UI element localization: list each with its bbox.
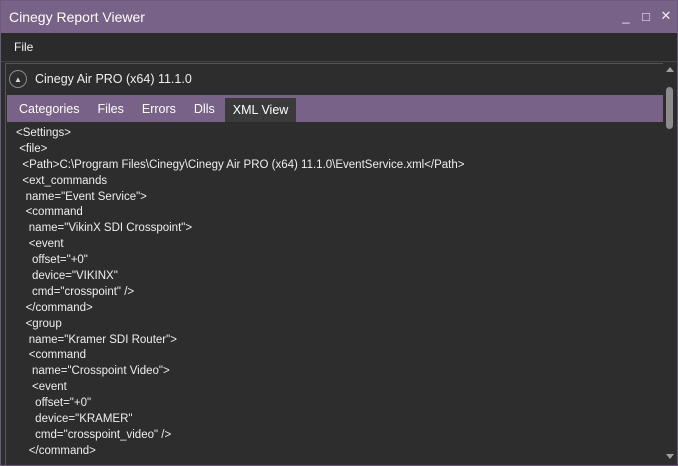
scroll-thumb[interactable] (666, 87, 673, 129)
scroll-down-icon[interactable] (666, 454, 674, 459)
xml-line: name="Kramer SDI Router"> (16, 333, 177, 346)
xml-line: <command (16, 206, 83, 219)
report-group-title: Cinegy Air PRO (x64) 11.1.0 (35, 72, 192, 86)
vertical-scrollbar[interactable] (663, 63, 677, 465)
xml-view-text[interactable]: <Settings> <file> <Path>C:\Program Files… (16, 126, 656, 465)
tab-xml-view[interactable]: XML View (224, 98, 297, 122)
close-icon[interactable]: ✕ (659, 7, 673, 25)
xml-line: offset="+0" (16, 397, 92, 410)
xml-line: name="VikinX SDI Crosspoint"> (16, 222, 193, 235)
xml-line: <Settings> (16, 127, 71, 139)
xml-line: </command> (16, 444, 96, 457)
report-group-header[interactable]: ▲ Cinegy Air PRO (x64) 11.1.0 (6, 64, 664, 94)
xml-line: device="VIKINX" (16, 270, 118, 283)
xml-line: name="Event Service"> (16, 190, 147, 203)
tab-categories[interactable]: Categories (7, 95, 87, 122)
xml-line: </command> (16, 301, 93, 314)
xml-line: <event (16, 238, 64, 251)
menu-bar: File (1, 33, 677, 62)
scroll-up-icon[interactable] (666, 67, 674, 72)
xml-line: <Path>C:\Program Files\Cinegy\Cinegy Air… (16, 158, 465, 171)
xml-line: <event (16, 381, 67, 394)
xml-line: cmd="crosspoint" /> (16, 285, 135, 298)
title-bar[interactable]: Cinegy Report Viewer _ □ ✕ (1, 1, 677, 33)
tab-bar: Categories Files Errors Dlls XML View (7, 95, 663, 122)
xml-line: <group (16, 317, 62, 330)
xml-line: offset="+0" (16, 254, 88, 267)
tab-dlls[interactable]: Dlls (186, 95, 223, 122)
xml-line: cmd="crosspoint_video" /> (16, 428, 172, 441)
minimize-icon[interactable]: _ (619, 7, 633, 25)
maximize-icon[interactable]: □ (639, 7, 653, 25)
xml-line: name="Crosspoint Video"> (16, 365, 170, 378)
tab-errors[interactable]: Errors (134, 95, 184, 122)
app-window: Cinegy Report Viewer _ □ ✕ File ▲ Cinegy… (0, 0, 678, 466)
xml-line: <command (16, 349, 86, 362)
menu-file[interactable]: File (14, 40, 33, 54)
xml-line: device="KRAMER" (16, 413, 133, 426)
report-panel: ▲ Cinegy Air PRO (x64) 11.1.0 Categories… (5, 63, 665, 465)
xml-line: <ext_commands (16, 174, 108, 187)
xml-line: <file> (16, 142, 48, 155)
window-controls: _ □ ✕ (619, 7, 673, 25)
collapse-icon[interactable]: ▲ (9, 70, 27, 88)
window-title: Cinegy Report Viewer (9, 9, 145, 25)
tab-files[interactable]: Files (89, 95, 131, 122)
